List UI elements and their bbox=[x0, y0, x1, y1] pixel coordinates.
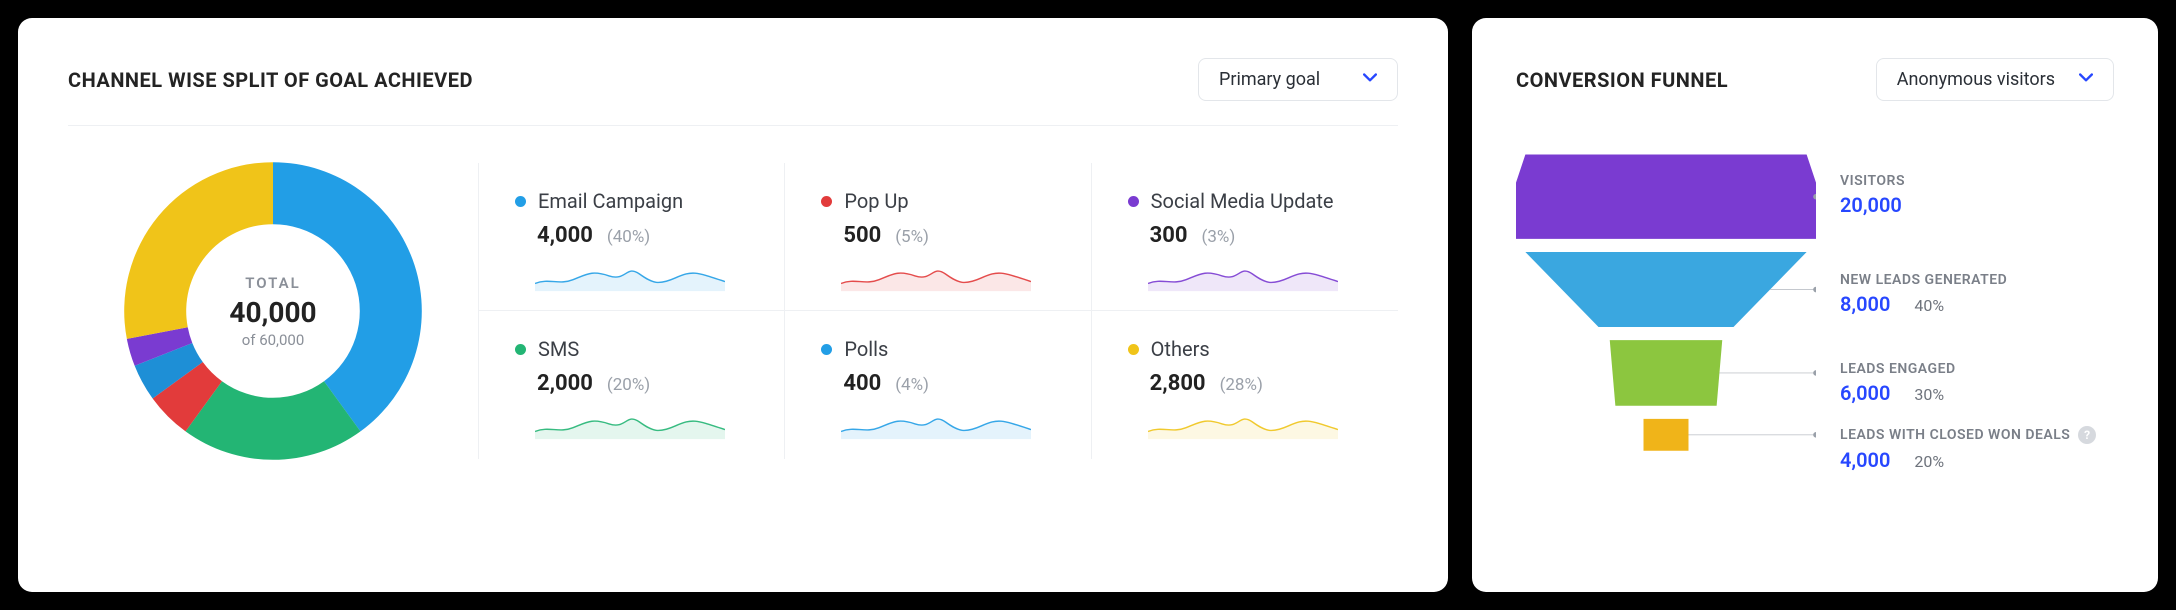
goal-dropdown[interactable]: Primary goal bbox=[1198, 58, 1398, 101]
funnel-leader-dot bbox=[1813, 287, 1816, 293]
goal-dropdown-label: Primary goal bbox=[1219, 69, 1320, 90]
funnel-stage-shape bbox=[1644, 419, 1689, 451]
funnel-graphic bbox=[1516, 137, 1816, 521]
channel-color-dot bbox=[515, 344, 526, 355]
funnel-stage-value: 4,000 bbox=[1840, 448, 1890, 472]
channel-cell: Others 2,800 (28%) bbox=[1092, 311, 1398, 459]
channel-cell: Pop Up 500 (5%) bbox=[785, 163, 1091, 311]
donut-total-value: 40,000 bbox=[229, 296, 316, 329]
funnel-stages-list: VISITORS 20,000 NEW LEADS GENERATED 8,00… bbox=[1840, 137, 2114, 521]
channel-value: 500 bbox=[843, 223, 881, 248]
funnel-leader-dot bbox=[1813, 432, 1816, 438]
channel-percent: (28%) bbox=[1220, 375, 1263, 395]
channel-value: 2,000 bbox=[537, 371, 593, 396]
channel-color-dot bbox=[821, 196, 832, 207]
channel-sparkline bbox=[821, 256, 1058, 292]
funnel-card: CONVERSION FUNNEL Anonymous visitors VIS… bbox=[1472, 18, 2158, 592]
channel-cell: Email Campaign 4,000 (40%) bbox=[479, 163, 785, 311]
channel-name: Social Media Update bbox=[1151, 189, 1334, 213]
funnel-dropdown-label: Anonymous visitors bbox=[1897, 69, 2055, 90]
funnel-stage-value: 8,000 bbox=[1840, 292, 1890, 316]
chevron-down-icon bbox=[1363, 73, 1377, 87]
funnel-stage-label: VISITORS bbox=[1840, 173, 2114, 189]
funnel-stage-shape bbox=[1525, 252, 1806, 327]
funnel-stage-shape bbox=[1610, 340, 1723, 406]
funnel-stage-percent: 40% bbox=[1914, 296, 1944, 315]
funnel-area: VISITORS 20,000 NEW LEADS GENERATED 8,00… bbox=[1516, 137, 2114, 521]
channel-color-dot bbox=[515, 196, 526, 207]
channel-split-card: CHANNEL WISE SPLIT OF GOAL ACHIEVED Prim… bbox=[18, 18, 1448, 592]
funnel-leader-dot bbox=[1813, 370, 1816, 376]
funnel-header: CONVERSION FUNNEL Anonymous visitors bbox=[1516, 58, 2114, 101]
donut-total-label: TOTAL bbox=[245, 274, 301, 292]
channel-sparkline bbox=[1128, 404, 1366, 440]
channels-grid: Email Campaign 4,000 (40%) Pop Up 500 (5… bbox=[478, 163, 1398, 459]
channel-color-dot bbox=[1128, 196, 1139, 207]
channel-split-title: CHANNEL WISE SPLIT OF GOAL ACHIEVED bbox=[68, 68, 473, 92]
channel-name: Others bbox=[1151, 337, 1210, 361]
channel-value: 4,000 bbox=[537, 223, 593, 248]
channel-name: SMS bbox=[538, 337, 579, 361]
funnel-dropdown[interactable]: Anonymous visitors bbox=[1876, 58, 2114, 101]
funnel-stage-percent: 20% bbox=[1914, 452, 1944, 471]
funnel-stage-label: NEW LEADS GENERATED bbox=[1840, 272, 2114, 288]
channel-percent: (40%) bbox=[607, 227, 650, 247]
channel-name: Polls bbox=[844, 337, 888, 361]
channel-name: Pop Up bbox=[844, 189, 908, 213]
channel-value: 2,800 bbox=[1150, 371, 1206, 396]
channel-value: 400 bbox=[843, 371, 881, 396]
channel-cell: Social Media Update 300 (3%) bbox=[1092, 163, 1398, 311]
donut-total-sub: of 60,000 bbox=[242, 331, 305, 349]
channel-percent: (4%) bbox=[895, 375, 929, 395]
donut-chart-wrap: TOTAL 40,000 of 60,000 bbox=[68, 156, 478, 466]
funnel-title: CONVERSION FUNNEL bbox=[1516, 68, 1728, 92]
funnel-stage-row: NEW LEADS GENERATED 8,000 40% bbox=[1840, 247, 2114, 341]
funnel-stage-label: LEADS WITH CLOSED WON DEALS? bbox=[1840, 426, 2114, 444]
donut-chart: TOTAL 40,000 of 60,000 bbox=[118, 156, 428, 466]
channel-split-header: CHANNEL WISE SPLIT OF GOAL ACHIEVED Prim… bbox=[68, 58, 1398, 126]
channel-cell: SMS 2,000 (20%) bbox=[479, 311, 785, 459]
funnel-stage-row: LEADS WITH CLOSED WON DEALS? 4,000 20% bbox=[1840, 425, 2114, 473]
channel-percent: (5%) bbox=[895, 227, 929, 247]
funnel-stage-percent: 30% bbox=[1914, 385, 1944, 404]
help-icon[interactable]: ? bbox=[2078, 426, 2096, 444]
channel-percent: (3%) bbox=[1202, 227, 1236, 247]
chevron-down-icon bbox=[2079, 73, 2093, 87]
channel-sparkline bbox=[515, 256, 752, 292]
channel-percent: (20%) bbox=[607, 375, 650, 395]
channel-value: 300 bbox=[1150, 223, 1188, 248]
funnel-stage-row: LEADS ENGAGED 6,000 30% bbox=[1840, 341, 2114, 425]
funnel-stage-shape bbox=[1516, 155, 1816, 239]
channel-sparkline bbox=[821, 404, 1058, 440]
funnel-stage-value: 20,000 bbox=[1840, 193, 1902, 217]
funnel-stage-label: LEADS ENGAGED bbox=[1840, 361, 2114, 377]
channel-cell: Polls 400 (4%) bbox=[785, 311, 1091, 459]
donut-center: TOTAL 40,000 of 60,000 bbox=[118, 156, 428, 466]
channel-name: Email Campaign bbox=[538, 189, 683, 213]
channel-sparkline bbox=[515, 404, 752, 440]
channel-color-dot bbox=[1128, 344, 1139, 355]
channel-split-body: TOTAL 40,000 of 60,000 Email Campaign 4,… bbox=[68, 126, 1398, 466]
funnel-stage-value: 6,000 bbox=[1840, 381, 1890, 405]
channel-sparkline bbox=[1128, 256, 1366, 292]
funnel-stage-row: VISITORS 20,000 bbox=[1840, 143, 2114, 247]
channel-color-dot bbox=[821, 344, 832, 355]
